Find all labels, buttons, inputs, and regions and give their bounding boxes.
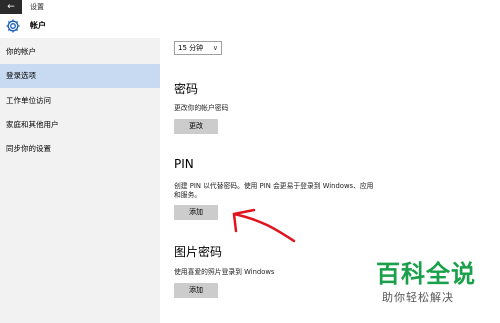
gear-icon xyxy=(6,19,20,33)
sidebar-item-sync-settings[interactable]: 同步你的设置 xyxy=(0,137,160,161)
watermark-subtitle: 助你轻松解决 xyxy=(382,291,454,304)
add-picture-password-button[interactable]: 添加 xyxy=(174,283,218,298)
page-header: 帐户 xyxy=(0,14,500,38)
password-description: 更改你的帐户密码 xyxy=(174,104,229,112)
watermark-title: 百科全说 xyxy=(376,260,476,288)
sidebar-item-family-users[interactable]: 家庭和其他用户 xyxy=(0,113,160,137)
picture-password-description: 使用喜爱的照片登录到 Windows xyxy=(174,268,275,276)
picture-password-section-title: 图片密码 xyxy=(174,245,223,259)
page-title: 帐户 xyxy=(30,21,46,30)
sidebar: 你的帐户 登录选项 工作单位访问 家庭和其他用户 同步你的设置 xyxy=(0,38,160,323)
sidebar-item-work-access[interactable]: 工作单位访问 xyxy=(0,89,160,113)
pin-section-title: PIN xyxy=(174,157,194,171)
pin-description-line1: 创建 PIN 以代替密码。使用 PIN 会更易于登录到 Windows、应用 xyxy=(174,182,374,190)
timeout-select[interactable]: 15 分钟 ∨ xyxy=(174,41,222,55)
add-pin-button[interactable]: 添加 xyxy=(174,205,218,220)
title-bar: ← 设置 xyxy=(0,0,500,14)
timeout-select-value: 15 分钟 xyxy=(178,44,204,52)
chevron-down-icon: ∨ xyxy=(212,44,218,52)
sidebar-item-your-account[interactable]: 你的帐户 xyxy=(0,40,160,64)
change-password-button[interactable]: 更改 xyxy=(174,119,218,134)
sidebar-item-sign-in-options[interactable]: 登录选项 xyxy=(0,64,160,88)
watermark: 百科全说 助你轻松解决 xyxy=(370,260,500,323)
pin-description-line2: 和服务。 xyxy=(174,191,202,199)
password-section-title: 密码 xyxy=(174,82,199,96)
back-button[interactable]: ← xyxy=(0,0,22,14)
window-title: 设置 xyxy=(30,3,44,11)
red-arrow-annotation xyxy=(232,208,296,243)
